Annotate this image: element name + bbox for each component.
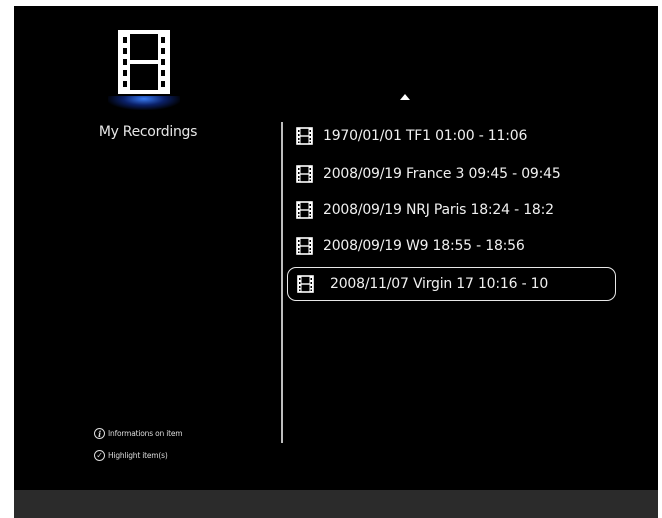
selection-glow bbox=[108, 96, 180, 110]
film-icon bbox=[296, 237, 313, 255]
list-item-selected[interactable]: 2008/11/07 Virgin 17 10:16 - 10 bbox=[287, 267, 616, 301]
list-item-label: 1970/01/01 TF1 01:00 - 11:06 bbox=[323, 128, 528, 144]
info-icon: i bbox=[94, 428, 105, 439]
list-item-label: 2008/09/19 W9 18:55 - 18:56 bbox=[323, 238, 525, 254]
legend-highlight: ✓ Highlight item(s) bbox=[94, 450, 168, 461]
check-icon: ✓ bbox=[94, 450, 105, 461]
list-item-label: 2008/11/07 Virgin 17 10:16 - 10 bbox=[330, 276, 549, 292]
bottom-bar bbox=[14, 490, 658, 518]
list-item[interactable]: 2008/09/19 France 3 09:45 - 09:45 bbox=[296, 162, 616, 186]
list-item[interactable]: 1970/01/01 TF1 01:00 - 11:06 bbox=[296, 124, 616, 148]
list-item[interactable]: 2008/09/19 NRJ Paris 18:24 - 18:2 bbox=[296, 198, 616, 222]
up-arrow-icon[interactable] bbox=[400, 94, 410, 100]
legend-highlight-label: Highlight item(s) bbox=[108, 451, 168, 460]
legend-info: i Informations on item bbox=[94, 428, 183, 439]
film-icon bbox=[296, 127, 313, 145]
film-icon bbox=[297, 275, 314, 293]
section-title: My Recordings bbox=[98, 124, 198, 140]
film-icon bbox=[296, 201, 313, 219]
list-item-label: 2008/09/19 NRJ Paris 18:24 - 18:2 bbox=[323, 202, 554, 218]
legend-info-label: Informations on item bbox=[108, 429, 183, 438]
tv-screen bbox=[14, 6, 658, 518]
film-icon bbox=[118, 30, 170, 94]
film-icon bbox=[296, 165, 313, 183]
list-item[interactable]: 2008/09/19 W9 18:55 - 18:56 bbox=[296, 234, 616, 258]
list-item-label: 2008/09/19 France 3 09:45 - 09:45 bbox=[323, 166, 561, 182]
column-divider bbox=[281, 122, 283, 443]
